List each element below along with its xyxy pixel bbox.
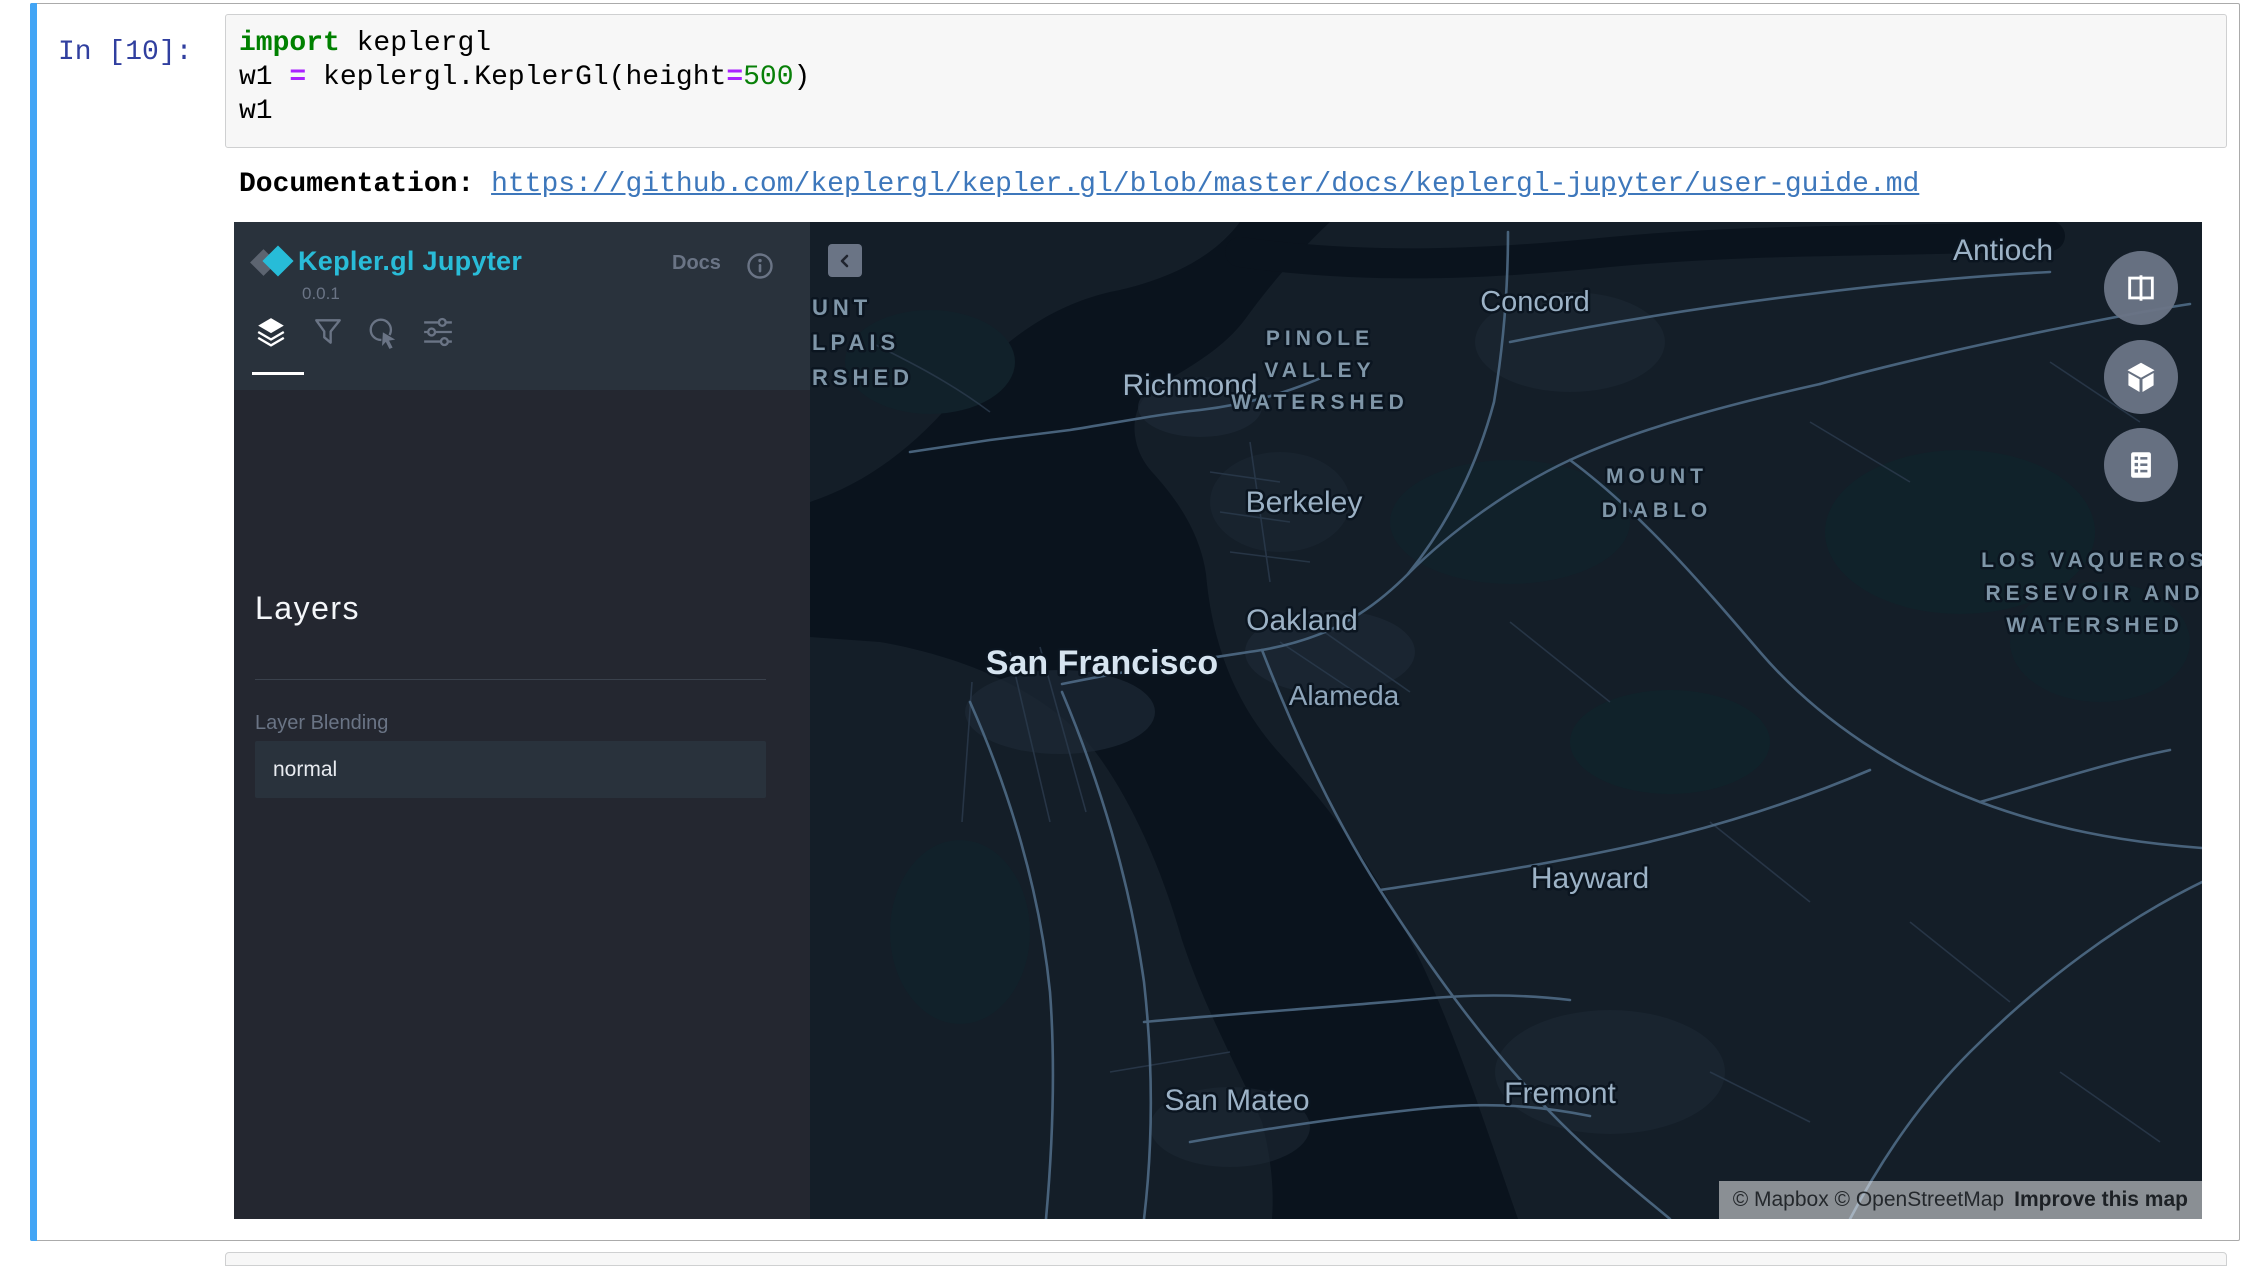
tab-layers[interactable] <box>255 316 289 364</box>
area-label: DIABLO <box>1602 499 1713 522</box>
docs-link[interactable]: Docs <box>672 252 721 275</box>
city-label: Concord <box>1480 286 1590 318</box>
area-label: PINOLE <box>1266 327 1374 350</box>
tab-filters[interactable] <box>312 316 346 364</box>
city-label: Berkeley <box>1246 486 1363 519</box>
keplergl-widget: Kepler.gl Jupyter 0.0.1 Docs <box>234 222 2202 1219</box>
legend-icon <box>2124 448 2158 482</box>
layer-blending-value: normal <box>273 758 337 782</box>
city-label: Fremont <box>1504 1077 1616 1110</box>
layer-blending-label: Layer Blending <box>255 712 388 735</box>
city-label: Oakland <box>1246 604 1358 637</box>
collapse-sidebar-button[interactable] <box>828 244 862 277</box>
improve-map-link[interactable]: Improve this map <box>2014 1188 2188 1212</box>
next-cell-input-edge[interactable] <box>225 1252 2227 1266</box>
attribution-text: © Mapbox © OpenStreetMap <box>1733 1188 2004 1212</box>
panel-title: Layers <box>255 590 360 627</box>
area-label: WATERSHED <box>2006 614 2184 637</box>
documentation-link[interactable]: https://github.com/keplergl/kepler.gl/bl… <box>491 169 1919 200</box>
doc-space <box>474 169 491 200</box>
area-label: RSHED <box>812 365 914 390</box>
cell-output-text: Documentation: https://github.com/kepler… <box>239 167 1919 203</box>
map-attribution: © Mapbox © OpenStreetMap Improve this map <box>1719 1181 2202 1219</box>
kepler-logo-icon <box>254 246 294 278</box>
city-label: San Mateo <box>1164 1084 1309 1117</box>
chevron-left-icon <box>837 253 853 269</box>
tab-settings[interactable] <box>422 316 456 364</box>
area-label: VALLEY <box>1264 359 1375 382</box>
area-label: MOUNT <box>1606 465 1708 488</box>
city-label: Hayward <box>1531 862 1649 895</box>
kepler-side-panel: Kepler.gl Jupyter 0.0.1 Docs <box>234 222 810 1219</box>
tab-interactions[interactable] <box>367 316 401 364</box>
layer-blending-select[interactable]: normal <box>255 741 766 798</box>
area-label: RESEVOIR AND <box>1985 582 2202 605</box>
code-editor[interactable]: import keplerglw1 = keplergl.KeplerGl(he… <box>239 27 810 129</box>
code-line: w1 = keplergl.KeplerGl(height=500) <box>239 61 810 95</box>
toggle-3d-button[interactable] <box>2104 340 2178 414</box>
city-label: Alameda <box>1289 680 1400 711</box>
code-line: import keplergl <box>239 27 810 61</box>
split-map-button[interactable] <box>2104 251 2178 325</box>
area-label: LPAIS <box>812 330 900 355</box>
widget-version: 0.0.1 <box>302 284 340 304</box>
selected-cell-indicator <box>30 3 37 1241</box>
area-label: UNT <box>812 295 872 320</box>
show-legend-button[interactable] <box>2104 428 2178 502</box>
widget-title: Kepler.gl Jupyter <box>298 246 522 277</box>
city-label: San Francisco <box>986 644 1218 682</box>
side-panel-tabs <box>234 310 810 390</box>
layers-panel: Layers Layer Blending normal <box>234 390 810 1219</box>
documentation-label: Documentation: <box>239 169 474 200</box>
active-tab-underline <box>252 372 304 375</box>
cell-input-prompt: In [10]: <box>58 36 208 69</box>
area-label: WATERSHED <box>1231 391 1409 414</box>
side-panel-header: Kepler.gl Jupyter 0.0.1 Docs <box>234 222 810 390</box>
map-container: San FranciscoOaklandAlamedaBerkeleyRichm… <box>810 222 2202 1219</box>
split-map-icon <box>2124 271 2158 305</box>
area-label: LOS VAQUEROS <box>1981 549 2202 572</box>
code-line: w1 <box>239 95 810 129</box>
map-canvas[interactable]: San FranciscoOaklandAlamedaBerkeleyRichm… <box>810 222 2202 1219</box>
panel-divider <box>255 679 766 680</box>
info-icon[interactable] <box>746 252 774 280</box>
city-label: Antioch <box>1953 234 2053 267</box>
cube-3d-icon <box>2123 359 2159 395</box>
